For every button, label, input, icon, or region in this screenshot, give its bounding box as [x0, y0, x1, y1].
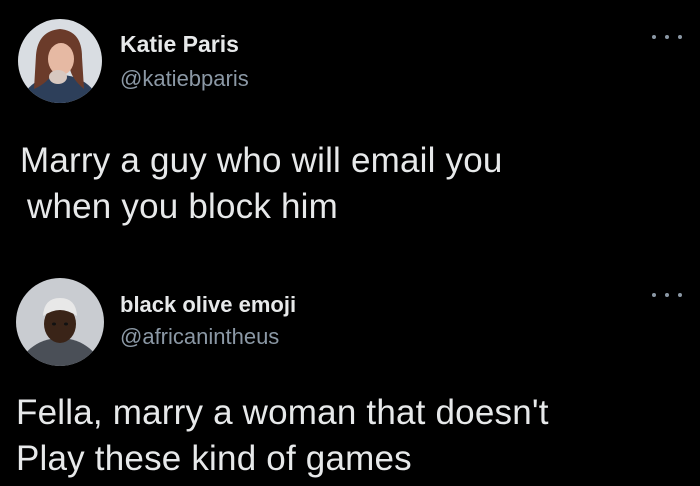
tweet-text-line: when you block him — [27, 187, 338, 226]
more-button[interactable] — [652, 288, 682, 302]
more-button[interactable] — [652, 30, 682, 44]
display-name[interactable]: black olive emoji — [120, 292, 296, 318]
handle[interactable]: @africanintheus — [120, 324, 279, 350]
display-name[interactable]: Katie Paris — [120, 31, 239, 58]
more-horizontal-icon — [678, 35, 682, 39]
tweet: black olive emoji @africanintheus Fella,… — [0, 262, 700, 486]
tweet-text: Fella, marry a woman that doesn't Play t… — [16, 390, 549, 482]
tweet-text-line: Fella, marry a woman that doesn't — [16, 393, 549, 432]
more-horizontal-icon — [652, 35, 656, 39]
avatar[interactable] — [16, 278, 104, 366]
tweet-text: Marry a guy who will email you when you … — [20, 138, 503, 230]
handle[interactable]: @katiebparis — [120, 66, 249, 92]
more-horizontal-icon — [678, 293, 682, 297]
tweet-text-line: Play these kind of games — [16, 439, 412, 478]
more-horizontal-icon — [652, 293, 656, 297]
more-horizontal-icon — [665, 35, 669, 39]
profile-photo-icon — [16, 278, 104, 366]
tweet: Katie Paris @katiebparis Marry a guy who… — [0, 0, 700, 262]
profile-photo-icon — [18, 19, 102, 103]
avatar[interactable] — [18, 19, 102, 103]
more-horizontal-icon — [665, 293, 669, 297]
tweet-text-line: Marry a guy who will email you — [20, 141, 503, 180]
